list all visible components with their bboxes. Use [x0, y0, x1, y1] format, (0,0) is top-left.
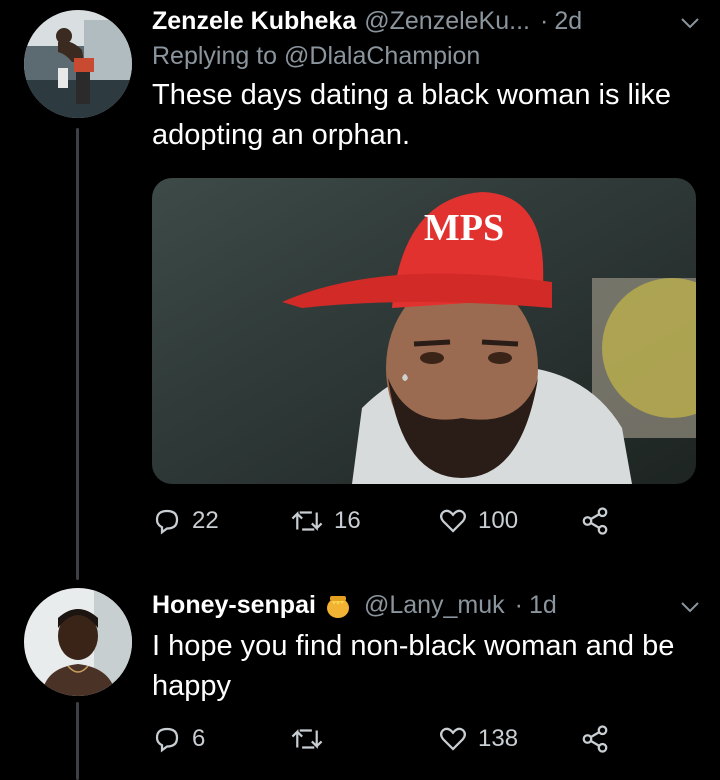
avatar[interactable]: [24, 588, 132, 696]
retweet-icon: [291, 511, 323, 531]
retweet-button[interactable]: [290, 724, 438, 754]
share-icon: [582, 725, 608, 753]
avatar[interactable]: [24, 10, 132, 118]
tweet-text: These days dating a black woman is like …: [152, 79, 672, 151]
chevron-down-icon[interactable]: [680, 591, 700, 620]
thread-line: [76, 128, 79, 580]
username[interactable]: @ZenzeleKu...: [364, 7, 530, 36]
replying-to-label: Replying to: [152, 42, 278, 70]
tweet-text: I hope you find non-black woman and be h…: [152, 630, 675, 702]
reply-count: 22: [192, 507, 219, 534]
display-name[interactable]: Honey-senpai: [152, 591, 316, 620]
share-button[interactable]: [580, 724, 610, 754]
like-count: 100: [478, 507, 519, 534]
reply-button[interactable]: 22: [152, 506, 290, 536]
reply-button[interactable]: 6: [152, 724, 290, 754]
timestamp[interactable]: 1d: [529, 591, 557, 620]
separator-dot: ·: [514, 590, 523, 619]
tweet[interactable]: Honey-senpai @Lany_muk · 1d I hope you f…: [152, 588, 700, 706]
like-count: 138: [478, 725, 519, 752]
tweet[interactable]: Zenzele Kubheka @ZenzeleKu... · 2d Reply…: [152, 4, 700, 155]
share-icon: [582, 507, 608, 535]
like-button[interactable]: 138: [438, 724, 580, 754]
retweet-button[interactable]: 16: [290, 506, 438, 536]
separator-dot: ·: [539, 6, 549, 35]
chevron-down-icon[interactable]: [680, 7, 700, 36]
username[interactable]: @Lany_muk: [364, 591, 505, 620]
tweet-header: Zenzele Kubheka @ZenzeleKu... · 2d: [152, 4, 700, 38]
display-name[interactable]: Zenzele Kubheka: [152, 7, 356, 36]
reply-icon: [155, 727, 179, 753]
like-icon: [440, 509, 466, 533]
reply-icon: [155, 509, 179, 535]
honey-pot-icon: [324, 591, 352, 619]
tweet-header: Honey-senpai @Lany_muk · 1d: [152, 588, 700, 622]
retweet-icon: [291, 729, 323, 749]
mention-link[interactable]: @DlalaChampion: [284, 42, 480, 70]
replying-to: Replying to @DlalaChampion: [152, 42, 700, 71]
like-icon: [440, 727, 466, 751]
action-bar: 6 138: [152, 724, 610, 754]
share-button[interactable]: [580, 506, 610, 536]
retweet-count: 16: [334, 507, 361, 534]
like-button[interactable]: 100: [438, 506, 580, 536]
reply-count: 6: [192, 725, 206, 752]
thread-line: [76, 702, 79, 780]
timestamp[interactable]: 2d: [554, 7, 582, 36]
tweet-image[interactable]: MPS: [152, 178, 696, 484]
action-bar: 22 16 100: [152, 506, 610, 536]
cap-logo: MPS: [424, 207, 504, 249]
